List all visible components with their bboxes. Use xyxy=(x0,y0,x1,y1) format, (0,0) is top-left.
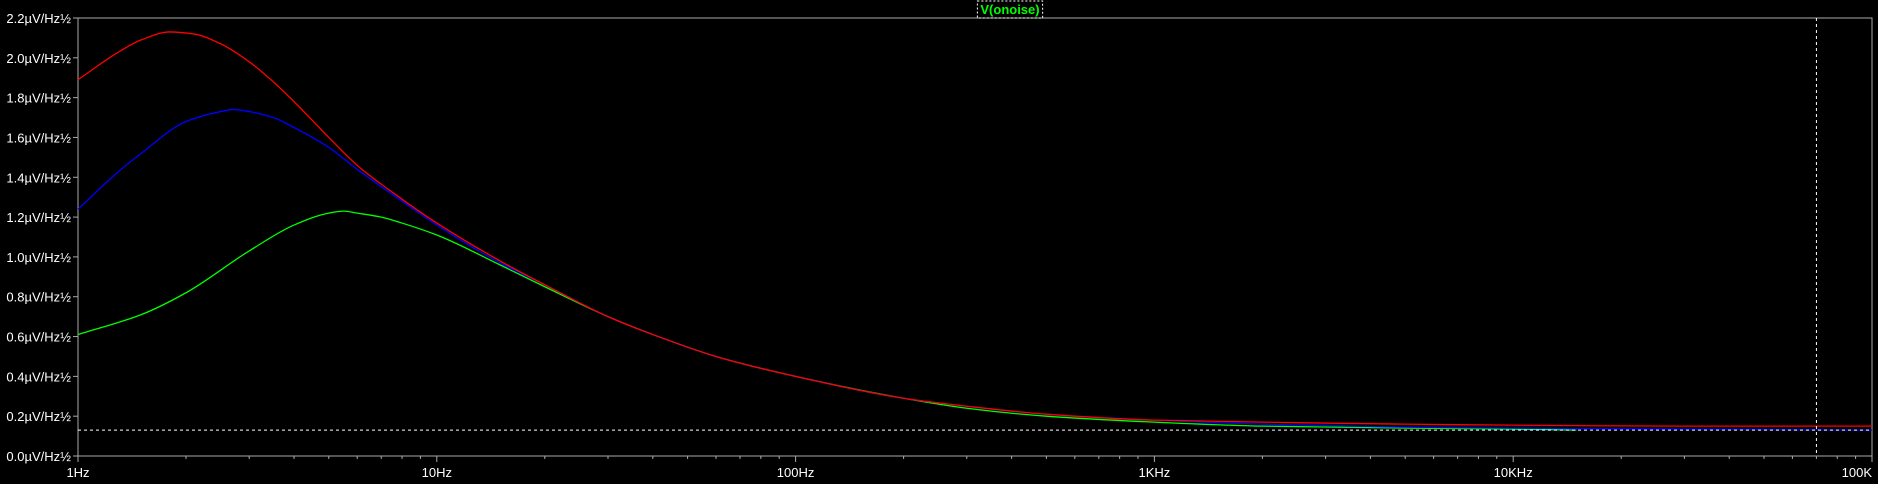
legend-trace-label[interactable]: V(onoise) xyxy=(980,2,1039,17)
x-tick-label: 10Hz xyxy=(422,465,452,480)
y-tick-label: 1.4µV/Hz½ xyxy=(6,170,71,185)
x-tick-label: 1Hz xyxy=(66,465,89,480)
x-tick-label: 100K xyxy=(1842,465,1873,480)
y-tick-label: 0.6µV/Hz½ xyxy=(6,330,71,345)
y-tick-label: 0.8µV/Hz½ xyxy=(6,290,71,305)
y-tick-label: 1.0µV/Hz½ xyxy=(6,250,71,265)
y-tick-label: 0.0µV/Hz½ xyxy=(6,449,71,464)
x-tick-label: 10KHz xyxy=(1494,465,1533,480)
y-tick-label: 2.0µV/Hz½ xyxy=(6,51,71,66)
y-tick-label: 1.8µV/Hz½ xyxy=(6,91,71,106)
x-tick-label: 1KHz xyxy=(1139,465,1171,480)
y-tick-label: 0.2µV/Hz½ xyxy=(6,409,71,424)
legend[interactable]: V(onoise) xyxy=(976,0,1044,19)
y-tick-label: 1.2µV/Hz½ xyxy=(6,210,71,225)
x-tick-label: 100Hz xyxy=(777,465,815,480)
y-tick-label: 0.4µV/Hz½ xyxy=(6,369,71,384)
noise-plot[interactable]: 0.0µV/Hz½ 0.2µV/Hz½ 0.4µV/Hz½ 0.6µV/Hz½ 0.8µ… xyxy=(0,0,1878,484)
y-tick-label: 1.6µV/Hz½ xyxy=(6,130,71,145)
y-tick-label: 2.2µV/Hz½ xyxy=(6,11,71,26)
plot-background xyxy=(0,0,1878,484)
